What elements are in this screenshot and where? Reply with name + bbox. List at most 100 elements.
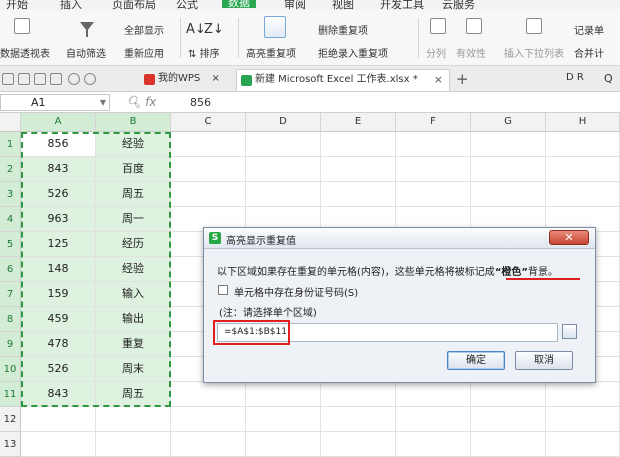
table-cell[interactable] bbox=[246, 382, 321, 407]
name-box[interactable]: A1 ▼ bbox=[0, 94, 110, 111]
table-cell[interactable] bbox=[321, 432, 396, 457]
column-header-a[interactable]: A bbox=[21, 113, 96, 132]
pivot-table-button[interactable]: 数据透视表 bbox=[0, 45, 50, 60]
row-header[interactable]: 10 bbox=[0, 357, 21, 382]
table-cell[interactable] bbox=[171, 432, 246, 457]
dialog-close-button[interactable]: ✕ bbox=[549, 230, 589, 245]
new-tab-plus-icon[interactable]: + bbox=[456, 70, 469, 88]
reapply-button[interactable]: 重新应用 bbox=[124, 45, 164, 60]
highlight-duplicates-button[interactable]: 高亮重复项 bbox=[246, 45, 296, 60]
row-header[interactable]: 13 bbox=[0, 432, 21, 457]
preview-icon[interactable] bbox=[50, 73, 62, 85]
pivot-table-icon[interactable] bbox=[14, 18, 30, 34]
print-icon[interactable] bbox=[34, 73, 46, 85]
record-form-button[interactable]: 记录单 bbox=[574, 22, 604, 37]
reject-duplicates-button[interactable]: 拒绝录入重复项 bbox=[318, 45, 388, 60]
ok-button[interactable]: 确定 bbox=[447, 351, 505, 370]
table-cell[interactable]: 843 bbox=[21, 382, 96, 407]
table-cell[interactable]: 周五 bbox=[96, 382, 171, 407]
redo-icon[interactable] bbox=[84, 73, 96, 85]
sort-asc-icon[interactable]: A↓ bbox=[186, 22, 206, 37]
table-cell[interactable] bbox=[321, 382, 396, 407]
validity-icon[interactable] bbox=[466, 18, 482, 34]
table-cell[interactable]: 125 bbox=[21, 232, 96, 257]
row-header[interactable]: 4 bbox=[0, 207, 21, 232]
table-cell[interactable] bbox=[546, 132, 620, 157]
sort-desc-icon[interactable]: Z↓ bbox=[204, 22, 224, 37]
table-cell[interactable] bbox=[246, 407, 321, 432]
table-cell[interactable]: 周末 bbox=[96, 357, 171, 382]
row-header[interactable]: 9 bbox=[0, 332, 21, 357]
id-number-checkbox[interactable] bbox=[218, 285, 228, 295]
insert-dropdown-icon[interactable] bbox=[526, 18, 542, 34]
column-header-h[interactable]: H bbox=[546, 113, 620, 132]
split-column-icon[interactable] bbox=[430, 18, 446, 34]
table-cell[interactable]: 159 bbox=[21, 282, 96, 307]
tab-my-wps[interactable]: 我的WPS × bbox=[140, 69, 220, 91]
menu-page-layout[interactable]: 页面布局 bbox=[112, 0, 156, 10]
range-input[interactable]: =$A$1:$B$11 bbox=[217, 323, 558, 342]
menu-developer[interactable]: 开发工具 bbox=[380, 0, 424, 10]
table-cell[interactable]: 856 bbox=[21, 132, 96, 157]
table-cell[interactable] bbox=[246, 432, 321, 457]
table-cell[interactable] bbox=[396, 382, 471, 407]
column-header-c[interactable]: C bbox=[171, 113, 246, 132]
delete-duplicates-button[interactable]: 删除重复项 bbox=[318, 22, 368, 37]
table-cell[interactable] bbox=[471, 382, 546, 407]
table-cell[interactable] bbox=[171, 407, 246, 432]
table-cell[interactable] bbox=[321, 182, 396, 207]
id-number-checkbox-label[interactable]: 单元格中存在身份证号码(S) bbox=[234, 284, 358, 299]
row-header[interactable]: 7 bbox=[0, 282, 21, 307]
table-cell[interactable]: 526 bbox=[21, 357, 96, 382]
table-cell[interactable] bbox=[171, 132, 246, 157]
table-cell[interactable]: 百度 bbox=[96, 157, 171, 182]
table-cell[interactable] bbox=[396, 182, 471, 207]
row-header[interactable]: 11 bbox=[0, 382, 21, 407]
search-icon[interactable]: Q bbox=[604, 72, 613, 85]
table-cell[interactable] bbox=[471, 157, 546, 182]
fx-icon[interactable]: 🔍︎ fx bbox=[126, 95, 156, 109]
menu-cloud[interactable]: 云服务 bbox=[442, 0, 475, 10]
show-all-button[interactable]: 全部显示 bbox=[124, 22, 164, 37]
column-header-d[interactable]: D bbox=[246, 113, 321, 132]
table-cell[interactable] bbox=[21, 407, 96, 432]
menu-insert[interactable]: 插入 bbox=[60, 0, 82, 10]
table-cell[interactable] bbox=[171, 157, 246, 182]
table-cell[interactable]: 963 bbox=[21, 207, 96, 232]
table-cell[interactable]: 输出 bbox=[96, 307, 171, 332]
range-select-icon[interactable] bbox=[562, 324, 577, 339]
table-cell[interactable]: 478 bbox=[21, 332, 96, 357]
row-header[interactable]: 6 bbox=[0, 257, 21, 282]
table-cell[interactable] bbox=[246, 132, 321, 157]
table-cell[interactable] bbox=[471, 132, 546, 157]
autofilter-button[interactable]: 自动筛选 bbox=[66, 45, 106, 60]
split-column-button[interactable]: 分列 bbox=[426, 45, 446, 60]
menu-formula[interactable]: 公式 bbox=[176, 0, 198, 10]
column-header-e[interactable]: E bbox=[321, 113, 396, 132]
column-header-g[interactable]: G bbox=[471, 113, 546, 132]
table-cell[interactable] bbox=[471, 182, 546, 207]
highlight-duplicates-icon[interactable] bbox=[264, 16, 286, 38]
table-cell[interactable]: 经验 bbox=[96, 132, 171, 157]
menu-view[interactable]: 视图 bbox=[332, 0, 354, 10]
table-cell[interactable]: 重复 bbox=[96, 332, 171, 357]
close-icon[interactable]: × bbox=[434, 70, 443, 90]
table-cell[interactable]: 周五 bbox=[96, 182, 171, 207]
cancel-button[interactable]: 取消 bbox=[515, 351, 573, 370]
table-cell[interactable] bbox=[546, 382, 620, 407]
formula-input[interactable]: 856 bbox=[190, 96, 211, 109]
find-icon[interactable]: D R bbox=[566, 72, 584, 83]
close-icon[interactable]: × bbox=[211, 73, 219, 84]
row-header[interactable]: 2 bbox=[0, 157, 21, 182]
table-cell[interactable] bbox=[96, 432, 171, 457]
table-cell[interactable] bbox=[471, 432, 546, 457]
insert-dropdown-button[interactable]: 插入下拉列表 bbox=[504, 45, 564, 60]
tab-workbook[interactable]: 新建 Microsoft Excel 工作表.xlsx * × bbox=[236, 69, 450, 91]
table-cell[interactable] bbox=[171, 182, 246, 207]
menu-review[interactable]: 审阅 bbox=[284, 0, 306, 10]
table-cell[interactable] bbox=[246, 182, 321, 207]
table-cell[interactable] bbox=[546, 182, 620, 207]
save-icon[interactable] bbox=[2, 73, 14, 85]
column-header-b[interactable]: B bbox=[96, 113, 171, 132]
merge-calc-button[interactable]: 合并计 bbox=[574, 45, 604, 60]
